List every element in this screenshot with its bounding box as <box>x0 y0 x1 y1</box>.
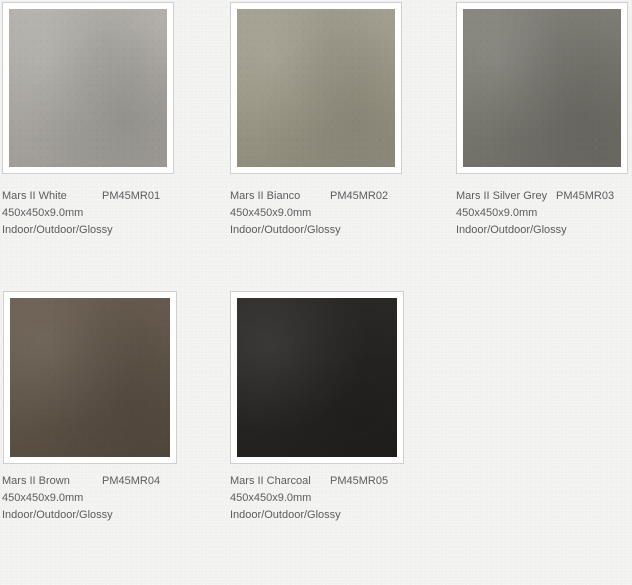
tile-image-frame[interactable] <box>456 2 628 174</box>
tile-code: PM45MR03 <box>556 190 615 202</box>
tile-swatch-image[interactable] <box>237 9 395 167</box>
tile-usage: Indoor/Outdoor/Glossy <box>230 224 341 236</box>
tile-swatch-image[interactable] <box>10 298 170 457</box>
tile-usage: Indoor/Outdoor/Glossy <box>2 509 113 521</box>
tile-name: Mars II Charcoal <box>230 475 311 487</box>
tile-code: PM45MR04 <box>102 475 161 487</box>
tile-swatch-image[interactable] <box>9 9 167 167</box>
tile-image-frame[interactable] <box>230 2 402 174</box>
tile-code: PM45MR05 <box>330 475 389 487</box>
tile-swatch-image[interactable] <box>463 9 621 167</box>
tile-details: Mars II White PM45MR01 450x450x9.0mm Ind… <box>2 188 230 239</box>
tile-swatch-image[interactable] <box>237 298 397 457</box>
tile-usage: Indoor/Outdoor/Glossy <box>230 509 341 521</box>
tile-size: 450x450x9.0mm <box>230 492 312 504</box>
tile-details: Mars II Brown PM45MR04 450x450x9.0mm Ind… <box>2 473 230 524</box>
tile-name: Mars II Brown <box>2 475 70 487</box>
tile-size: 450x450x9.0mm <box>2 207 84 219</box>
tile-usage: Indoor/Outdoor/Glossy <box>2 224 113 236</box>
tile-details: Mars II Charcoal PM45MR05 450x450x9.0mm … <box>230 473 458 524</box>
tile-image-frame[interactable] <box>3 291 177 464</box>
tile-image-frame[interactable] <box>230 291 404 464</box>
tile-image-frame[interactable] <box>2 2 174 174</box>
tile-usage: Indoor/Outdoor/Glossy <box>456 224 567 236</box>
tile-size: 450x450x9.0mm <box>2 492 84 504</box>
tile-details: Mars II Bianco PM45MR02 450x450x9.0mm In… <box>230 188 458 239</box>
tile-code: PM45MR02 <box>330 190 389 202</box>
tile-details: Mars II Silver Grey PM45MR03 450x450x9.0… <box>456 188 632 239</box>
tile-name: Mars II White <box>2 190 67 202</box>
tile-code: PM45MR01 <box>102 190 161 202</box>
tile-size: 450x450x9.0mm <box>230 207 312 219</box>
tile-name: Mars II Silver Grey <box>456 190 548 202</box>
tile-name: Mars II Bianco <box>230 190 301 202</box>
tile-size: 450x450x9.0mm <box>456 207 538 219</box>
